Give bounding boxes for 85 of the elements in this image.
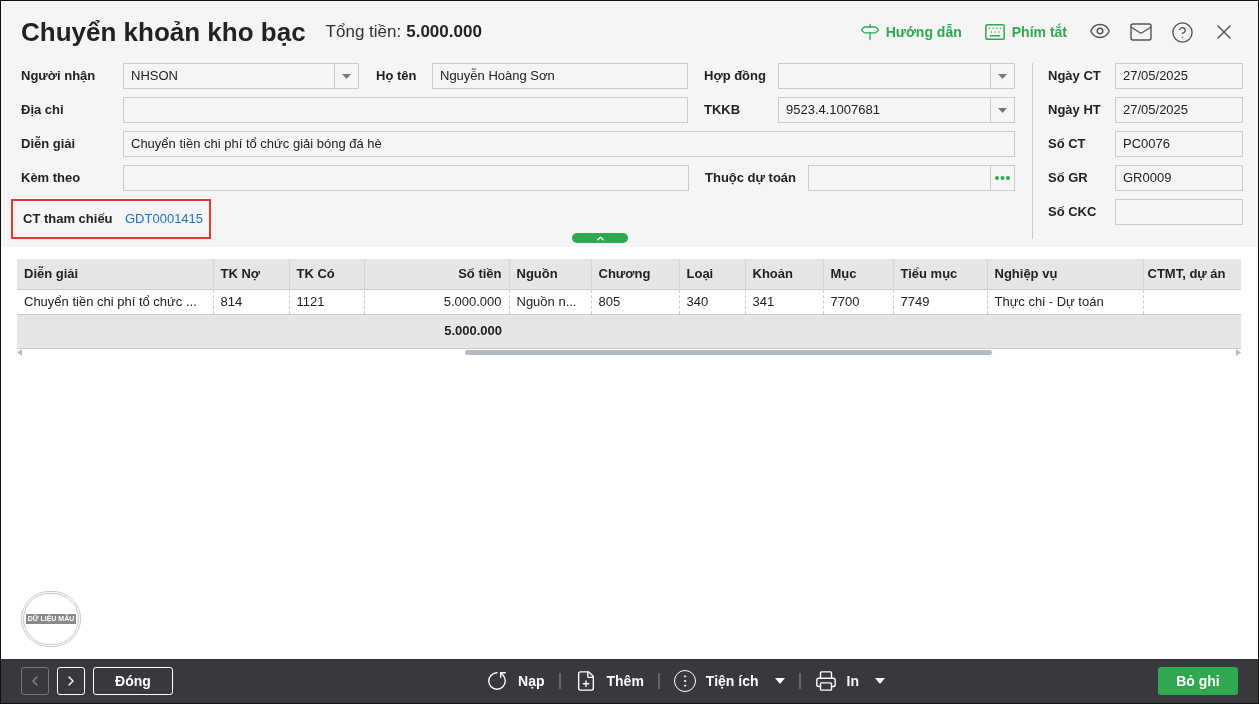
input-field[interactable]: GR0009 bbox=[1115, 165, 1243, 191]
caret-icon bbox=[774, 678, 785, 684]
horizontal-scrollbar[interactable] bbox=[17, 348, 1241, 357]
field-value: 27/05/2025 bbox=[1122, 67, 1190, 86]
field-label: Ngày HT bbox=[1048, 101, 1102, 120]
input-field[interactable]: 27/05/2025 bbox=[1115, 97, 1243, 123]
table-cell: Nguồn n... bbox=[509, 289, 591, 314]
table-cell: 5.000.000 bbox=[364, 289, 509, 314]
column-header[interactable]: Chương bbox=[591, 259, 679, 289]
column-header[interactable]: Nghiệp vụ bbox=[987, 259, 1143, 289]
table-cell: 7749 bbox=[893, 289, 987, 314]
input-field[interactable] bbox=[123, 97, 688, 123]
field-value: NHSON bbox=[130, 67, 179, 86]
toolbar-button[interactable]: Tiện ích bbox=[671, 670, 787, 692]
collapse-tab[interactable] bbox=[572, 233, 628, 243]
dropdown-field[interactable]: 9523.4.1007681 bbox=[778, 97, 1015, 123]
printer-icon bbox=[814, 670, 837, 692]
column-header[interactable]: TK Có bbox=[289, 259, 364, 289]
table-cell: 340 bbox=[679, 289, 745, 314]
field-value: Chuyển tiền chi phí tổ chức giải bóng đá hè bbox=[130, 135, 383, 154]
input-field[interactable]: Nguyễn Hoàng Sơn bbox=[432, 63, 688, 89]
field-label: Số CT bbox=[1048, 135, 1087, 154]
column-header[interactable]: Khoản bbox=[745, 259, 823, 289]
field-label: Ngày CT bbox=[1048, 67, 1102, 86]
field-value: 27/05/2025 bbox=[1122, 101, 1190, 120]
table-cell: Thực chi - Dự toán bbox=[987, 289, 1143, 314]
field-label: Hợp đồng bbox=[704, 67, 767, 86]
field-label: Người nhận bbox=[21, 67, 97, 86]
column-header[interactable]: Tiểu mục bbox=[893, 259, 987, 289]
field-value: Nguyễn Hoàng Sơn bbox=[439, 67, 556, 86]
field-label: Kèm theo bbox=[21, 169, 82, 188]
field-label: TKKB bbox=[704, 101, 742, 120]
scroll-left-icon[interactable] bbox=[17, 349, 22, 356]
dropdown-field[interactable]: NHSON bbox=[123, 63, 359, 89]
mail-icon[interactable] bbox=[1129, 20, 1153, 44]
reload-icon bbox=[486, 670, 509, 692]
input-field[interactable] bbox=[1115, 199, 1243, 225]
field-value: GR0009 bbox=[1122, 169, 1173, 188]
table-cell: Chuyển tiền chi phí tổ chức ... bbox=[17, 289, 213, 314]
caret-icon bbox=[874, 678, 885, 684]
close-button[interactable]: Đóng bbox=[93, 667, 173, 695]
field-label: Số GR bbox=[1048, 169, 1089, 188]
column-header[interactable]: CTMT, dự án bbox=[1143, 259, 1241, 289]
next-button[interactable] bbox=[57, 667, 85, 695]
reference-link[interactable]: GDT0001415 bbox=[125, 209, 204, 229]
field-label: Địa chỉ bbox=[21, 101, 65, 120]
total-value: 5.000.000 bbox=[406, 21, 482, 44]
help-icon[interactable] bbox=[1171, 20, 1194, 44]
lookup-field[interactable] bbox=[808, 165, 1015, 191]
field-label: Diễn giải bbox=[21, 135, 77, 154]
column-header[interactable]: Mục bbox=[823, 259, 893, 289]
toolbar-button[interactable]: In bbox=[812, 670, 887, 692]
field-label: Thuộc dự toán bbox=[705, 169, 797, 188]
column-header[interactable]: TK Nợ bbox=[213, 259, 289, 289]
window-title: Chuyển khoản kho bạc bbox=[21, 15, 306, 49]
field-label: Họ tên bbox=[376, 67, 418, 86]
toolbar-button[interactable]: Thêm bbox=[572, 670, 646, 692]
total-amount: 5.000.000 bbox=[444, 323, 502, 339]
caret-icon bbox=[998, 107, 1007, 113]
more-icon[interactable] bbox=[995, 176, 1010, 180]
column-header[interactable]: Loại bbox=[679, 259, 745, 289]
total-label: Tổng tiền: bbox=[325, 21, 402, 44]
input-field[interactable] bbox=[123, 165, 689, 191]
toolbar-button[interactable]: Nạp bbox=[484, 670, 547, 692]
field-label: CT tham chiếu bbox=[23, 210, 114, 229]
input-field[interactable]: 27/05/2025 bbox=[1115, 63, 1243, 89]
caret-icon bbox=[342, 73, 351, 79]
field-value: 9523.4.1007681 bbox=[785, 101, 881, 120]
input-field[interactable]: Chuyển tiền chi phí tổ chức giải bóng đá hè bbox=[123, 131, 1015, 157]
signpost-icon bbox=[859, 22, 880, 42]
dropdown-field[interactable] bbox=[778, 63, 1015, 89]
table-cell: 814 bbox=[213, 289, 289, 314]
table-cell: 7700 bbox=[823, 289, 893, 314]
field-label: Số CKC bbox=[1048, 203, 1098, 222]
table-cell: 341 bbox=[745, 289, 823, 314]
column-header[interactable]: Nguồn bbox=[509, 259, 591, 289]
caret-icon bbox=[998, 73, 1007, 79]
column-header[interactable]: Diễn giải bbox=[17, 259, 213, 289]
column-header[interactable]: Số tiền bbox=[364, 259, 509, 289]
scroll-right-icon[interactable] bbox=[1236, 349, 1241, 356]
table-cell: 1121 bbox=[289, 289, 364, 314]
input-field[interactable]: PC0076 bbox=[1115, 131, 1243, 157]
table-cell: 805 bbox=[591, 289, 679, 314]
field-value: PC0076 bbox=[1122, 135, 1171, 154]
keyboard-icon bbox=[983, 21, 1006, 43]
